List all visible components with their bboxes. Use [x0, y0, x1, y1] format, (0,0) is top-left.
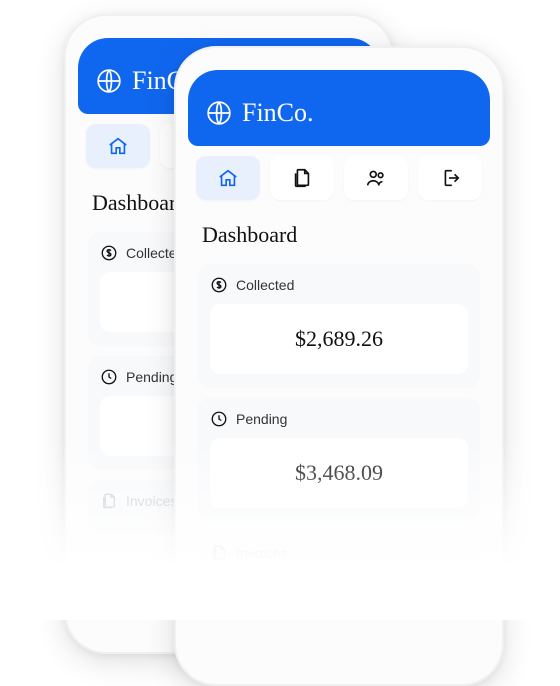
dollar-icon — [100, 244, 118, 262]
page-title: Dashboard — [188, 208, 490, 258]
bottom-nav — [188, 146, 490, 208]
invoices-icon — [100, 492, 118, 510]
card-pending-label: Pending — [236, 411, 287, 427]
globe-icon — [206, 100, 232, 126]
dollar-icon — [210, 276, 228, 294]
app-header: FinCo. — [188, 70, 490, 146]
globe-icon — [96, 68, 122, 94]
clock-icon — [210, 410, 228, 428]
invoices-icon — [210, 544, 228, 562]
home-icon — [107, 135, 129, 157]
card-invoices-label: Invoices — [126, 493, 177, 509]
phone-mockup-front: FinCo. Dashboard Collected $2,689.26 — [174, 46, 504, 686]
users-icon — [365, 167, 387, 189]
card-invoices-label: Invoices — [236, 545, 287, 561]
nav-logout[interactable] — [418, 156, 482, 200]
nav-home[interactable] — [86, 124, 150, 168]
card-pending-value: $3,468.09 — [210, 438, 468, 508]
documents-icon — [291, 167, 313, 189]
home-icon — [217, 167, 239, 189]
card-collected-value: $2,689.26 — [210, 304, 468, 374]
card-collected: Collected $2,689.26 — [198, 264, 480, 388]
clock-icon — [100, 368, 118, 386]
card-pending-label: Pending — [126, 369, 177, 385]
nav-home[interactable] — [196, 156, 260, 200]
brand-name: FinCo. — [242, 98, 314, 128]
card-pending: Pending $3,468.09 — [198, 398, 480, 522]
card-collected-label: Collected — [236, 277, 294, 293]
logout-icon — [439, 167, 461, 189]
card-invoices: Invoices — [198, 532, 480, 586]
nav-users[interactable] — [344, 156, 408, 200]
nav-documents[interactable] — [270, 156, 334, 200]
